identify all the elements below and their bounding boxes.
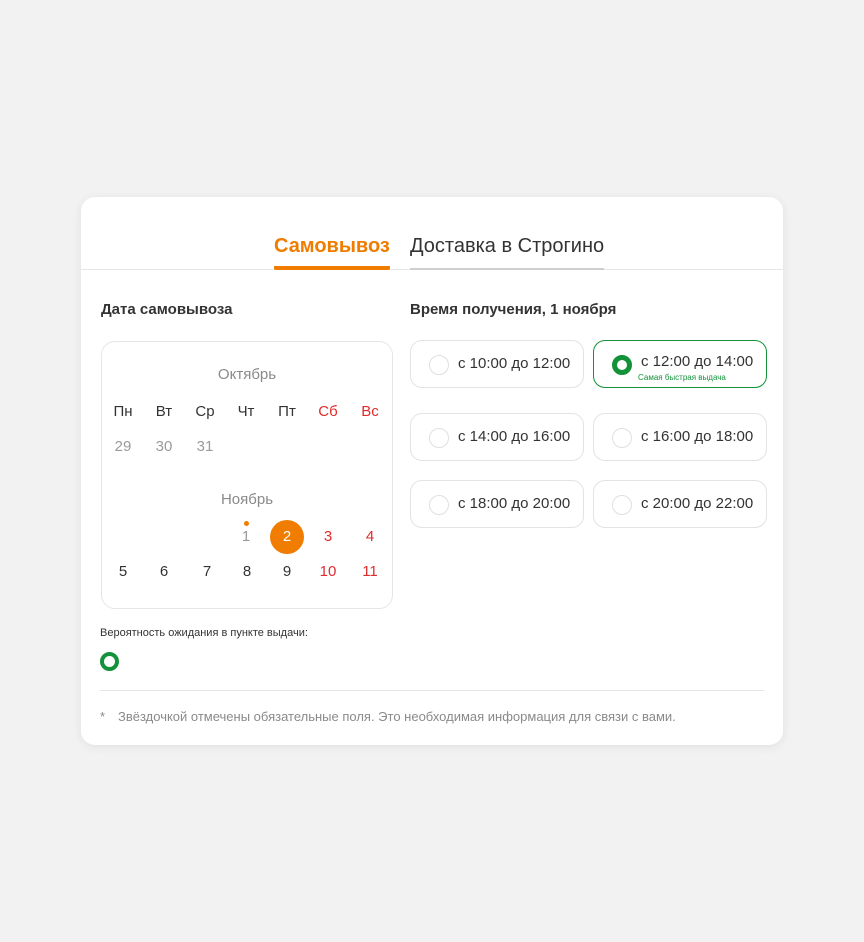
time-slot[interactable]: с 16:00 до 18:00 bbox=[593, 413, 767, 461]
time-slot-label: с 10:00 до 12:00 bbox=[458, 355, 571, 372]
radio-selected-icon bbox=[612, 355, 632, 375]
time-slot[interactable]: с 18:00 до 20:00 bbox=[410, 480, 584, 528]
radio-icon bbox=[612, 495, 632, 515]
tab-delivery[interactable]: Доставка в Строгино bbox=[410, 233, 605, 270]
time-slot[interactable]: с 14:00 до 16:00 bbox=[410, 413, 584, 461]
time-slot-label: с 20:00 до 22:00 bbox=[641, 495, 754, 512]
required-fields-text: Звёздочкой отмечены обязательные поля. Э… bbox=[118, 709, 676, 724]
radio-icon bbox=[612, 428, 632, 448]
weekday-label: Пн bbox=[113, 403, 133, 420]
calendar-day: 29 bbox=[114, 438, 132, 455]
calendar-day: 30 bbox=[155, 438, 173, 455]
fastest-pickup-note: Самая быстрая выдача bbox=[638, 373, 726, 382]
calendar-day: 31 bbox=[196, 438, 214, 455]
weekday-label: Сб bbox=[318, 403, 338, 420]
radio-icon bbox=[429, 495, 449, 515]
time-slot-label: с 18:00 до 20:00 bbox=[458, 495, 571, 512]
calendar-day[interactable]: 7 bbox=[190, 555, 224, 589]
wait-probability-label: Вероятность ожидания в пункте выдачи: bbox=[100, 627, 308, 639]
tab-pickup[interactable]: Самовывоз bbox=[274, 233, 390, 270]
time-slot-label: с 12:00 до 14:00 bbox=[641, 353, 754, 370]
weekday-label: Вс bbox=[361, 403, 379, 420]
time-slot-label: с 16:00 до 18:00 bbox=[641, 428, 754, 445]
calendar-day[interactable]: 4 bbox=[353, 520, 387, 554]
tab-bar: Самовывоз Доставка в Строгино bbox=[81, 197, 783, 270]
divider bbox=[100, 690, 764, 691]
radio-icon bbox=[429, 355, 449, 375]
calendar-day-today[interactable]: 1 bbox=[229, 520, 263, 554]
time-slot-label: с 14:00 до 16:00 bbox=[458, 428, 571, 445]
weekday-label: Вт bbox=[155, 403, 173, 420]
month-label-october: Октябрь bbox=[217, 366, 277, 383]
calendar-day[interactable]: 8 bbox=[230, 555, 264, 589]
time-slot-selected[interactable]: с 12:00 до 14:00 Самая быстрая выдача bbox=[593, 340, 767, 388]
weekday-label: Ср bbox=[195, 403, 215, 420]
calendar-day[interactable]: 3 bbox=[311, 520, 345, 554]
time-slot[interactable]: с 20:00 до 22:00 bbox=[593, 480, 767, 528]
calendar-day[interactable]: 11 bbox=[353, 555, 387, 589]
time-slot[interactable]: с 10:00 до 12:00 bbox=[410, 340, 584, 388]
calendar-day-selected[interactable]: 2 bbox=[270, 520, 304, 554]
date-section-title: Дата самовывоза bbox=[101, 301, 233, 318]
wait-probability-indicator bbox=[100, 652, 119, 671]
calendar: Октябрь Пн Вт Ср Чт Пт Сб Вс 29 30 31 Но… bbox=[101, 341, 393, 609]
calendar-day[interactable]: 9 bbox=[270, 555, 304, 589]
radio-icon bbox=[429, 428, 449, 448]
month-label-november: Ноябрь bbox=[220, 491, 274, 508]
pickup-card: Самовывоз Доставка в Строгино Дата самов… bbox=[81, 197, 783, 745]
calendar-day[interactable]: 10 bbox=[311, 555, 345, 589]
weekday-label: Пт bbox=[278, 403, 296, 420]
required-fields-note: * Звёздочкой отмечены обязательные поля. … bbox=[100, 709, 676, 724]
time-section-title: Время получения, 1 ноября bbox=[410, 301, 617, 318]
asterisk-icon: * bbox=[100, 709, 106, 724]
weekday-label: Чт bbox=[237, 403, 255, 420]
calendar-day[interactable]: 5 bbox=[106, 555, 140, 589]
calendar-day[interactable]: 6 bbox=[147, 555, 181, 589]
